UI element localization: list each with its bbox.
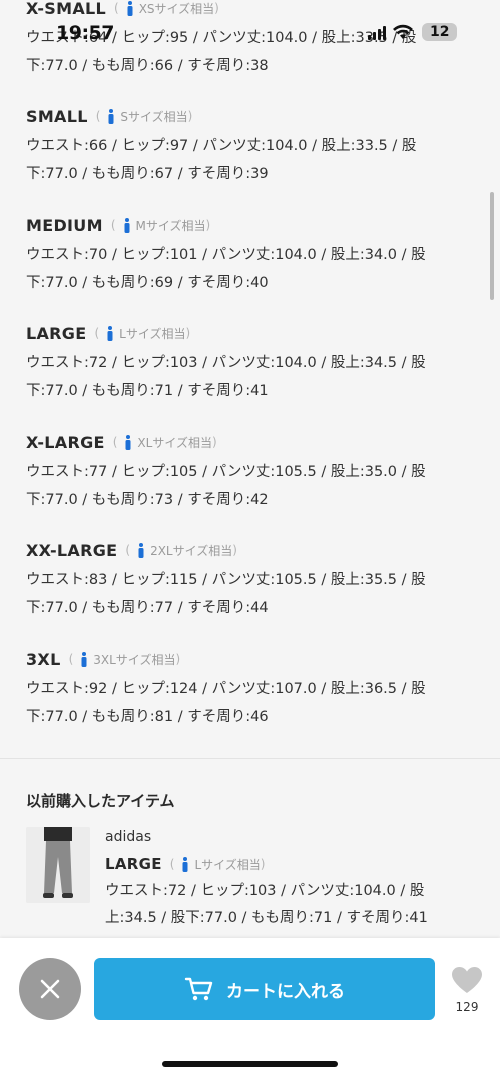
previous-purchases-title: 以前購入したアイテム — [26, 792, 175, 810]
person-icon — [107, 325, 113, 341]
cart-icon — [184, 977, 213, 1001]
heart-icon — [452, 967, 482, 993]
close-icon — [40, 979, 60, 999]
person-icon — [138, 542, 144, 558]
home-indicator[interactable] — [162, 1061, 338, 1067]
size-name: MEDIUM — [26, 215, 103, 235]
previous-item-measurements-line-2: 上:34.5 / 股下:77.0 / もも周り:71 / すそ周り:41 — [105, 910, 428, 926]
pants-image-icon — [26, 827, 90, 903]
size-block-m: MEDIUM (Mサイズ相当) ウエスト:70 / ヒップ:101 / パンツ丈… — [26, 215, 466, 297]
signal-icon — [368, 24, 386, 40]
person-icon — [127, 0, 133, 16]
size-measurements-line-2: 下:77.0 / もも周り:66 / すそ周り:38 — [26, 58, 269, 74]
size-block-3xl: 3XL (3XLサイズ相当) ウエスト:92 / ヒップ:124 / パンツ丈:… — [26, 649, 466, 731]
size-equivalent: (Lサイズ相当) — [169, 856, 266, 872]
section-divider — [0, 758, 500, 759]
size-guide-screen: X-SMALL (XSサイズ相当) ウエスト:64 / ヒップ:95 / パンツ… — [0, 0, 500, 1080]
status-icons: 12 — [368, 23, 458, 41]
size-measurements-line-1: ウエスト:77 / ヒップ:105 / パンツ丈:105.5 / 股上:35.0… — [26, 464, 426, 480]
size-equivalent: (Sサイズ相当) — [95, 108, 193, 124]
previous-item-measurements-line-1: ウエスト:72 / ヒップ:103 / パンツ丈:104.0 / 股 — [105, 883, 425, 899]
person-icon — [108, 108, 114, 124]
size-measurements-line-1: ウエスト:70 / ヒップ:101 / パンツ丈:104.0 / 股上:34.0… — [26, 247, 426, 263]
person-icon — [182, 856, 188, 872]
size-block-xl: X-LARGE (XLサイズ相当) ウエスト:77 / ヒップ:105 / パン… — [26, 432, 466, 514]
size-name: 3XL — [26, 649, 61, 669]
size-measurements-line-1: ウエスト:92 / ヒップ:124 / パンツ丈:107.0 / 股上:36.5… — [26, 681, 426, 697]
person-icon — [124, 217, 129, 233]
status-time: 19:57 — [56, 22, 114, 44]
size-measurements-line-1: ウエスト:83 / ヒップ:115 / パンツ丈:105.5 / 股上:35.5… — [26, 572, 426, 588]
size-name: XX-LARGE — [26, 540, 118, 560]
previous-item-size: LARGE (Lサイズ相当) — [105, 854, 265, 874]
size-name: LARGE — [105, 855, 162, 873]
size-name: X-SMALL — [26, 0, 106, 18]
wifi-icon — [393, 24, 413, 39]
size-equivalent: (3XLサイズ相当) — [68, 651, 181, 667]
favorite-button[interactable]: 129 — [448, 966, 486, 1014]
size-measurements-line-2: 下:77.0 / もも周り:71 / すそ周り:41 — [26, 383, 269, 399]
size-measurements-line-2: 下:77.0 / もも周り:69 / すそ周り:40 — [26, 275, 269, 291]
size-block-2xl: XX-LARGE (2XLサイズ相当) ウエスト:83 / ヒップ:115 / … — [26, 540, 466, 622]
size-measurements-line-2: 下:77.0 / もも周り:81 / すそ周り:46 — [26, 709, 269, 725]
previous-item-brand: adidas — [105, 829, 152, 845]
size-name: SMALL — [26, 106, 88, 126]
close-button[interactable] — [19, 958, 81, 1020]
size-name: X-LARGE — [26, 432, 105, 452]
size-measurements-line-1: ウエスト:72 / ヒップ:103 / パンツ丈:104.0 / 股上:34.5… — [26, 355, 426, 371]
previous-item-thumbnail[interactable] — [26, 827, 90, 903]
person-icon — [125, 434, 131, 450]
size-block-l: LARGE (Lサイズ相当) ウエスト:72 / ヒップ:103 / パンツ丈:… — [26, 323, 466, 405]
battery-indicator: 12 — [422, 23, 458, 41]
favorite-count: 129 — [455, 1000, 479, 1014]
add-to-cart-button[interactable]: カートに入れる — [94, 958, 435, 1020]
size-equivalent: (XLサイズ相当) — [112, 434, 217, 450]
size-measurements-line-2: 下:77.0 / もも周り:67 / すそ周り:39 — [26, 166, 269, 182]
size-equivalent: (Mサイズ相当) — [110, 217, 211, 233]
size-name: LARGE — [26, 323, 87, 343]
person-icon — [81, 651, 87, 667]
size-equivalent: (Lサイズ相当) — [94, 325, 191, 341]
add-to-cart-label: カートに入れる — [226, 981, 345, 1002]
size-measurements-line-1: ウエスト:66 / ヒップ:97 / パンツ丈:104.0 / 股上:33.5 … — [26, 138, 417, 154]
size-equivalent: (2XLサイズ相当) — [125, 542, 237, 558]
size-measurements-line-2: 下:77.0 / もも周り:77 / すそ周り:44 — [26, 600, 269, 616]
scrollbar[interactable] — [490, 192, 494, 300]
size-equivalent: (XSサイズ相当) — [114, 0, 219, 16]
size-measurements-line-2: 下:77.0 / もも周り:73 / すそ周り:42 — [26, 492, 269, 508]
size-block-s: SMALL (Sサイズ相当) ウエスト:66 / ヒップ:97 / パンツ丈:1… — [26, 106, 466, 188]
